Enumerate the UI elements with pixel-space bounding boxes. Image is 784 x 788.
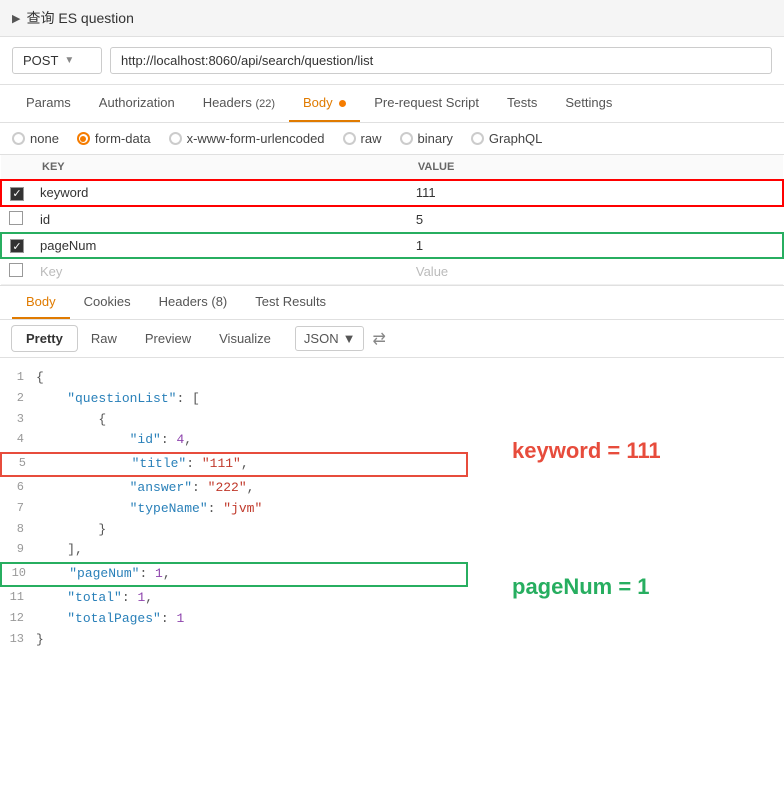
pretty-toolbar: Pretty Raw Preview Visualize JSON ▼ ⇄	[0, 320, 784, 358]
expand-icon: ▶	[12, 12, 20, 25]
code-line-1: 1 {	[0, 368, 504, 389]
radio-binary-circle	[400, 132, 413, 145]
method-label: POST	[23, 53, 58, 68]
pretty-btn[interactable]: Pretty	[12, 326, 77, 351]
code-line-3: 3 {	[0, 410, 504, 431]
code-line-10: 10 "pageNum": 1,	[0, 562, 468, 587]
resp-tab-body[interactable]: Body	[12, 286, 70, 319]
code-line-2: 2 "questionList": [	[0, 389, 504, 410]
preview-btn[interactable]: Preview	[131, 326, 205, 351]
code-line-11: 11 "total": 1,	[0, 588, 504, 609]
checkbox-id[interactable]	[9, 211, 23, 225]
format-select[interactable]: JSON ▼	[295, 326, 365, 351]
tabs-row: Params Authorization Headers (22) Body P…	[0, 85, 784, 123]
table-row: Key Value	[1, 258, 783, 285]
checkbox-pagenum[interactable]: ✓	[10, 239, 24, 253]
checkbox-keyword[interactable]: ✓	[10, 187, 24, 201]
val-pagenum: 1	[416, 238, 423, 253]
radio-graphql[interactable]: GraphQL	[471, 131, 542, 146]
radio-row: none form-data x-www-form-urlencoded raw…	[0, 123, 784, 155]
col-value: VALUE	[408, 155, 783, 180]
visualize-btn[interactable]: Visualize	[205, 326, 285, 351]
code-line-8: 8 }	[0, 520, 504, 541]
code-area: 1 { 2 "questionList": [ 3 { 4 "id": 4, 5…	[0, 358, 784, 660]
tab-pre-request[interactable]: Pre-request Script	[360, 85, 493, 122]
radio-binary[interactable]: binary	[400, 131, 453, 146]
radio-urlencoded[interactable]: x-www-form-urlencoded	[169, 131, 325, 146]
val-id: 5	[416, 212, 423, 227]
raw-btn[interactable]: Raw	[77, 326, 131, 351]
key-pagenum: pageNum	[40, 238, 96, 253]
radio-form-data-circle	[77, 132, 90, 145]
tab-headers[interactable]: Headers (22)	[189, 85, 289, 122]
table-row: id 5	[1, 206, 783, 233]
table-row: ✓ keyword 111	[1, 180, 783, 206]
tab-params[interactable]: Params	[12, 85, 85, 122]
radio-none[interactable]: none	[12, 131, 59, 146]
annotation-keyword: keyword = 111	[512, 438, 661, 463]
code-line-9: 9 ],	[0, 540, 504, 561]
code-line-7: 7 "typeName": "jvm"	[0, 499, 504, 520]
key-placeholder: Key	[40, 264, 62, 279]
radio-form-data[interactable]: form-data	[77, 131, 151, 146]
method-select[interactable]: POST ▼	[12, 47, 102, 74]
resp-tabs: Body Cookies Headers (8) Test Results	[0, 285, 784, 320]
col-key: KEY	[32, 155, 408, 180]
tab-tests[interactable]: Tests	[493, 85, 551, 122]
format-caret-icon: ▼	[343, 331, 356, 346]
tab-body[interactable]: Body	[289, 85, 360, 122]
key-id: id	[40, 212, 50, 227]
annotation-area: keyword = 111 pageNum = 1	[504, 358, 784, 660]
key-keyword: keyword	[40, 185, 88, 200]
url-input[interactable]	[110, 47, 772, 74]
code-line-5: 5 "title": "111",	[0, 452, 468, 477]
method-caret-icon: ▼	[64, 55, 74, 66]
tab-settings[interactable]: Settings	[551, 85, 626, 122]
tab-authorization[interactable]: Authorization	[85, 85, 189, 122]
code-line-12: 12 "totalPages": 1	[0, 609, 504, 630]
radio-graphql-circle	[471, 132, 484, 145]
page-title: 查询 ES question	[26, 8, 133, 28]
top-bar: ▶ 查询 ES question	[0, 0, 784, 37]
body-form-table: KEY VALUE ✓ keyword 111 id 5 ✓ pageNum 1…	[0, 155, 784, 285]
url-bar: POST ▼	[0, 37, 784, 85]
val-keyword: 111	[416, 185, 436, 200]
code-line-13: 13 }	[0, 630, 504, 651]
radio-urlencoded-circle	[169, 132, 182, 145]
format-label: JSON	[304, 331, 339, 346]
code-line-4: 4 "id": 4,	[0, 430, 504, 451]
code-block: 1 { 2 "questionList": [ 3 { 4 "id": 4, 5…	[0, 358, 504, 660]
val-placeholder: Value	[416, 264, 448, 279]
table-row: ✓ pageNum 1	[1, 233, 783, 259]
wrap-btn[interactable]: ⇄	[372, 329, 385, 349]
radio-raw-circle	[343, 132, 356, 145]
checkbox-placeholder[interactable]	[9, 263, 23, 277]
radio-raw[interactable]: raw	[343, 131, 382, 146]
resp-tab-cookies[interactable]: Cookies	[70, 286, 145, 319]
code-line-6: 6 "answer": "222",	[0, 478, 504, 499]
resp-tab-headers[interactable]: Headers (8)	[145, 286, 242, 319]
radio-none-circle	[12, 132, 25, 145]
resp-tab-test-results[interactable]: Test Results	[241, 286, 340, 319]
annotation-pagenum: pageNum = 1	[512, 574, 650, 599]
